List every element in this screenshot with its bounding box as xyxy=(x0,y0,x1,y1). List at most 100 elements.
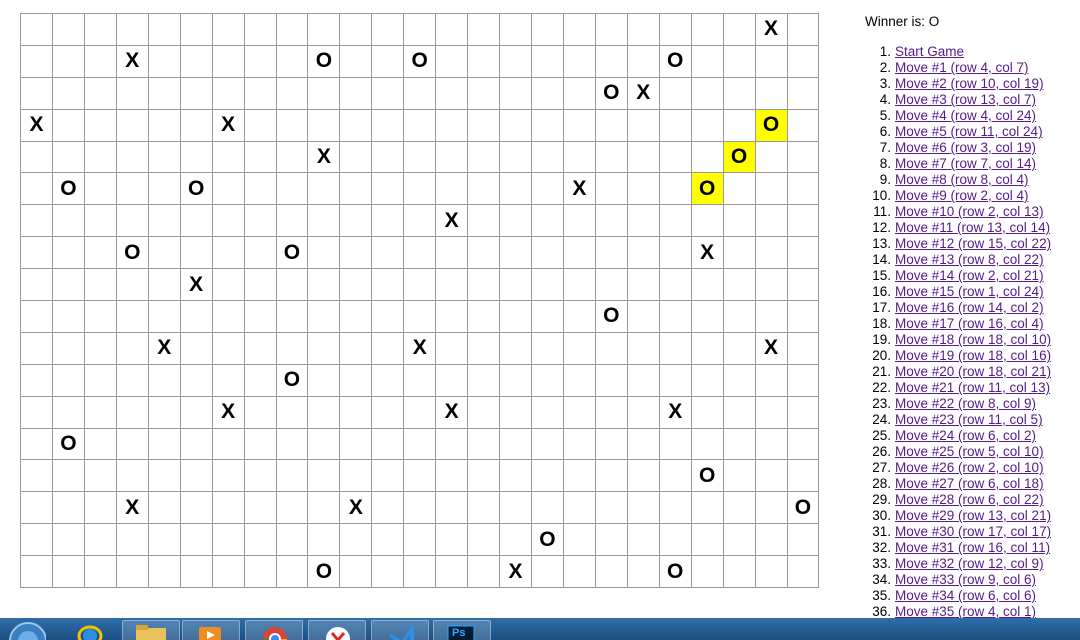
board-cell[interactable] xyxy=(658,491,692,525)
move-link[interactable]: Move #18 (row 18, col 10) xyxy=(895,332,1051,347)
board-cell[interactable] xyxy=(690,363,724,397)
board-cell[interactable] xyxy=(20,300,53,333)
folder-icon[interactable] xyxy=(122,620,180,640)
board-cell[interactable]: X xyxy=(179,268,213,302)
board-cell[interactable] xyxy=(179,204,213,238)
board-cell[interactable] xyxy=(211,172,245,206)
board-cell[interactable] xyxy=(403,555,437,589)
board-cell[interactable] xyxy=(562,300,596,333)
board-cell[interactable] xyxy=(243,331,277,365)
board-cell[interactable] xyxy=(51,140,85,174)
board-cell[interactable] xyxy=(83,268,117,302)
board-cell[interactable] xyxy=(435,331,469,365)
board-cell[interactable] xyxy=(51,491,85,525)
move-link[interactable]: Move #30 (row 17, col 17) xyxy=(895,524,1051,539)
board-cell[interactable] xyxy=(754,236,788,270)
board-cell[interactable] xyxy=(626,140,660,174)
board-cell[interactable] xyxy=(403,172,437,206)
board-cell[interactable] xyxy=(562,555,596,589)
board-cell[interactable] xyxy=(339,363,373,397)
board-cell[interactable] xyxy=(403,204,437,238)
board-cell[interactable] xyxy=(147,172,181,206)
board-cell[interactable] xyxy=(339,459,373,493)
board-cell[interactable] xyxy=(179,300,213,333)
board-cell[interactable] xyxy=(243,204,277,238)
move-link[interactable]: Move #34 (row 6, col 6) xyxy=(895,588,1036,603)
board-cell[interactable] xyxy=(179,523,213,557)
board-cell[interactable] xyxy=(339,76,373,110)
board-cell[interactable]: X xyxy=(403,331,437,365)
board-cell[interactable] xyxy=(275,204,309,238)
board-cell[interactable] xyxy=(371,236,405,270)
board-cell[interactable] xyxy=(307,300,341,333)
board-cell[interactable]: O xyxy=(51,172,85,206)
board-cell[interactable] xyxy=(690,555,724,589)
board-cell[interactable] xyxy=(51,300,85,333)
board-cell[interactable] xyxy=(626,44,660,78)
board-cell[interactable] xyxy=(243,44,277,78)
board-cell[interactable] xyxy=(275,140,309,174)
board-cell[interactable] xyxy=(211,76,245,110)
board-cell[interactable] xyxy=(754,363,788,397)
board-cell[interactable] xyxy=(658,76,692,110)
move-link[interactable]: Move #6 (row 3, col 19) xyxy=(895,140,1036,155)
board-cell[interactable] xyxy=(51,523,85,557)
board-cell[interactable] xyxy=(371,427,405,461)
board-cell[interactable] xyxy=(243,491,277,525)
board-cell[interactable] xyxy=(722,268,756,302)
board-cell[interactable] xyxy=(83,459,117,493)
move-link[interactable]: Move #14 (row 2, col 21) xyxy=(895,268,1044,283)
board-cell[interactable] xyxy=(371,76,405,110)
board-cell[interactable] xyxy=(20,172,53,206)
board-cell[interactable] xyxy=(626,108,660,142)
board-cell[interactable] xyxy=(562,459,596,493)
board-cell[interactable] xyxy=(275,13,309,46)
board-cell[interactable] xyxy=(594,427,628,461)
board-cell[interactable] xyxy=(403,140,437,174)
move-link[interactable]: Move #1 (row 4, col 7) xyxy=(895,60,1029,75)
board-cell[interactable] xyxy=(531,236,564,270)
board-cell[interactable] xyxy=(499,427,532,461)
board-cell[interactable] xyxy=(562,76,596,110)
board-cell[interactable] xyxy=(115,108,149,142)
board-cell[interactable]: X xyxy=(626,76,660,110)
move-link[interactable]: Move #12 (row 15, col 22) xyxy=(895,236,1051,251)
board-cell[interactable] xyxy=(83,236,117,270)
board-cell[interactable] xyxy=(626,427,660,461)
board-cell[interactable] xyxy=(20,204,53,238)
board-cell[interactable] xyxy=(786,555,820,589)
board-cell[interactable] xyxy=(626,395,660,429)
board-cell[interactable] xyxy=(594,523,628,557)
board-cell[interactable] xyxy=(626,363,660,397)
board-cell[interactable] xyxy=(371,13,405,46)
board-cell[interactable] xyxy=(722,172,756,206)
board-cell[interactable] xyxy=(562,44,596,78)
move-link[interactable]: Move #22 (row 8, col 9) xyxy=(895,396,1036,411)
board-cell[interactable] xyxy=(83,523,117,557)
board-cell[interactable] xyxy=(658,13,692,46)
board-cell[interactable] xyxy=(211,236,245,270)
board-cell[interactable] xyxy=(179,555,213,589)
board-cell[interactable] xyxy=(467,236,501,270)
board-cell[interactable] xyxy=(562,331,596,365)
board-cell[interactable] xyxy=(403,523,437,557)
board-cell[interactable] xyxy=(499,108,532,142)
board-cell[interactable] xyxy=(690,13,724,46)
board-cell[interactable] xyxy=(499,363,532,397)
board-cell[interactable]: X xyxy=(435,204,469,238)
board-cell[interactable]: O xyxy=(658,44,692,78)
board-cell[interactable] xyxy=(499,13,532,46)
board-cell[interactable] xyxy=(179,331,213,365)
board-cell[interactable] xyxy=(307,204,341,238)
board-cell[interactable] xyxy=(594,172,628,206)
board-cell[interactable] xyxy=(531,427,564,461)
board-cell[interactable] xyxy=(51,13,85,46)
move-link[interactable]: Move #7 (row 7, col 14) xyxy=(895,156,1036,171)
board-cell[interactable] xyxy=(339,108,373,142)
board-cell[interactable] xyxy=(467,491,501,525)
board-cell[interactable] xyxy=(722,236,756,270)
board-cell[interactable] xyxy=(115,395,149,429)
board-cell[interactable] xyxy=(690,395,724,429)
board-cell[interactable] xyxy=(467,523,501,557)
board-cell[interactable] xyxy=(562,204,596,238)
